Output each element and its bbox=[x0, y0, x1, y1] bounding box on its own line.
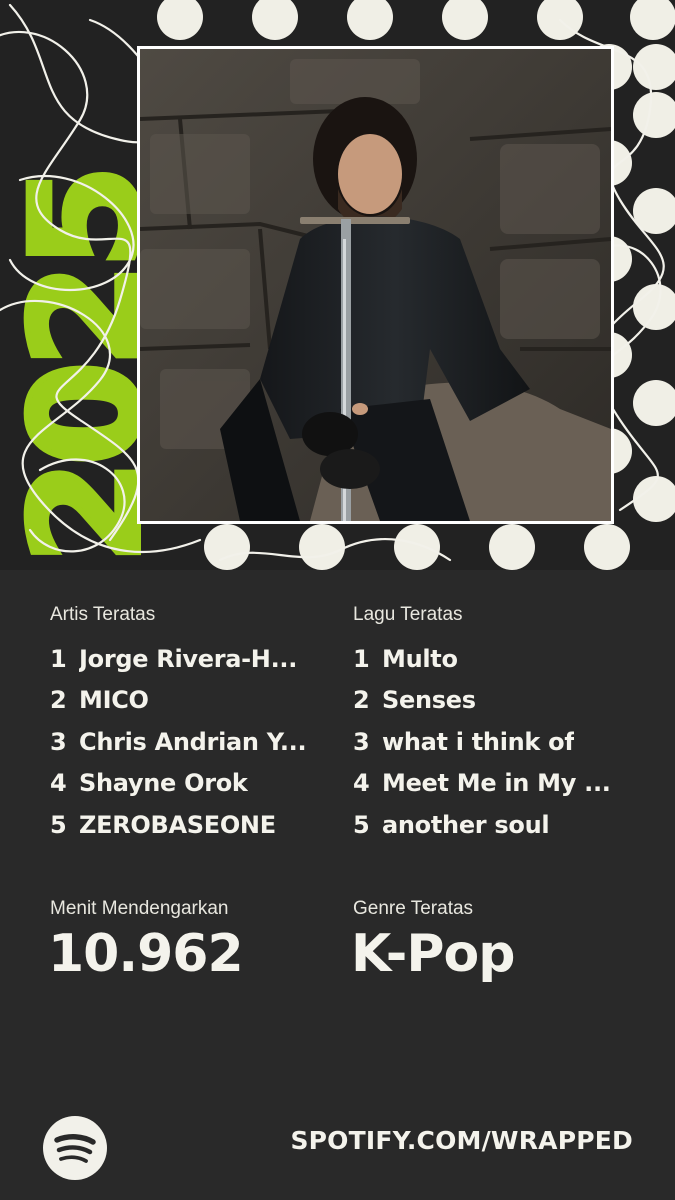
rank-number: 5 bbox=[50, 810, 67, 839]
genre-label: Genre Teratas bbox=[353, 898, 474, 919]
song-name: Multo bbox=[382, 644, 458, 673]
song-name: Senses bbox=[382, 686, 476, 715]
decor-dot bbox=[394, 524, 440, 570]
decor-dot bbox=[252, 0, 298, 40]
list-item: 2 Senses bbox=[353, 680, 611, 722]
rank-number: 1 bbox=[50, 644, 67, 673]
artist-name: MICO bbox=[79, 686, 149, 715]
decor-dot bbox=[633, 44, 675, 90]
top-artists-label: Artis Teratas bbox=[50, 604, 156, 625]
spotify-logo-icon bbox=[43, 1116, 107, 1180]
decor-dot bbox=[299, 524, 345, 570]
rank-number: 3 bbox=[50, 727, 67, 756]
decor-dot bbox=[633, 476, 675, 522]
minutes-label: Menit Mendengarkan bbox=[50, 898, 229, 919]
list-item: 3 what i think of bbox=[353, 721, 611, 763]
rank-number: 2 bbox=[50, 686, 67, 715]
decor-dot bbox=[537, 0, 583, 40]
decor-dot bbox=[630, 0, 675, 40]
decor-dot bbox=[633, 188, 675, 234]
rank-number: 3 bbox=[353, 727, 370, 756]
list-item: 5 another soul bbox=[353, 804, 611, 846]
minutes-value: 10.962 bbox=[48, 924, 244, 984]
decor-dot bbox=[347, 0, 393, 40]
artist-name: Chris Andrian Y... bbox=[79, 727, 307, 756]
rank-number: 4 bbox=[353, 769, 370, 798]
decor-dot bbox=[633, 380, 675, 426]
song-name: another soul bbox=[382, 810, 550, 839]
list-item: 1 Jorge Rivera-H... bbox=[50, 638, 306, 680]
rank-number: 2 bbox=[353, 686, 370, 715]
top-artist-photo-frame bbox=[137, 46, 614, 524]
wrapped-url-link[interactable]: SPOTIFY.COM/WRAPPED bbox=[290, 1126, 633, 1155]
decor-dot bbox=[633, 284, 675, 330]
wrapped-summary-card: 2025 Artis Teratas 1 Jorge Rivera-H... 2… bbox=[0, 0, 675, 1200]
rank-number: 1 bbox=[353, 644, 370, 673]
list-item: 4 Shayne Orok bbox=[50, 763, 306, 805]
top-artists-list: 1 Jorge Rivera-H... 2 MICO 3 Chris Andrian … bbox=[50, 638, 306, 846]
song-name: Meet Me in My ... bbox=[382, 769, 611, 798]
artwork-header: 2025 bbox=[0, 0, 675, 570]
genre-value: K-Pop bbox=[351, 924, 515, 984]
list-item: 1 Multo bbox=[353, 638, 611, 680]
year-text: 2025 bbox=[0, 171, 160, 564]
list-item: 4 Meet Me in My ... bbox=[353, 763, 611, 805]
artist-name: Jorge Rivera-H... bbox=[79, 644, 298, 673]
artist-photo bbox=[140, 49, 611, 521]
decor-dot bbox=[442, 0, 488, 40]
rank-number: 4 bbox=[50, 769, 67, 798]
decor-dot bbox=[633, 92, 675, 138]
decor-dot bbox=[204, 524, 250, 570]
top-songs-list: 1 Multo 2 Senses 3 what i think of 4 Meet Me… bbox=[353, 638, 611, 846]
artist-name: ZEROBASEONE bbox=[79, 810, 276, 839]
list-item: 5 ZEROBASEONE bbox=[50, 804, 306, 846]
year-2025-graphic: 2025 bbox=[0, 168, 160, 567]
decor-dot bbox=[157, 0, 203, 40]
list-item: 2 MICO bbox=[50, 680, 306, 722]
decor-dot bbox=[584, 524, 630, 570]
song-name: what i think of bbox=[382, 727, 575, 756]
artist-name: Shayne Orok bbox=[79, 769, 248, 798]
decor-dot bbox=[489, 524, 535, 570]
rank-number: 5 bbox=[353, 810, 370, 839]
top-songs-label: Lagu Teratas bbox=[353, 604, 463, 625]
list-item: 3 Chris Andrian Y... bbox=[50, 721, 306, 763]
